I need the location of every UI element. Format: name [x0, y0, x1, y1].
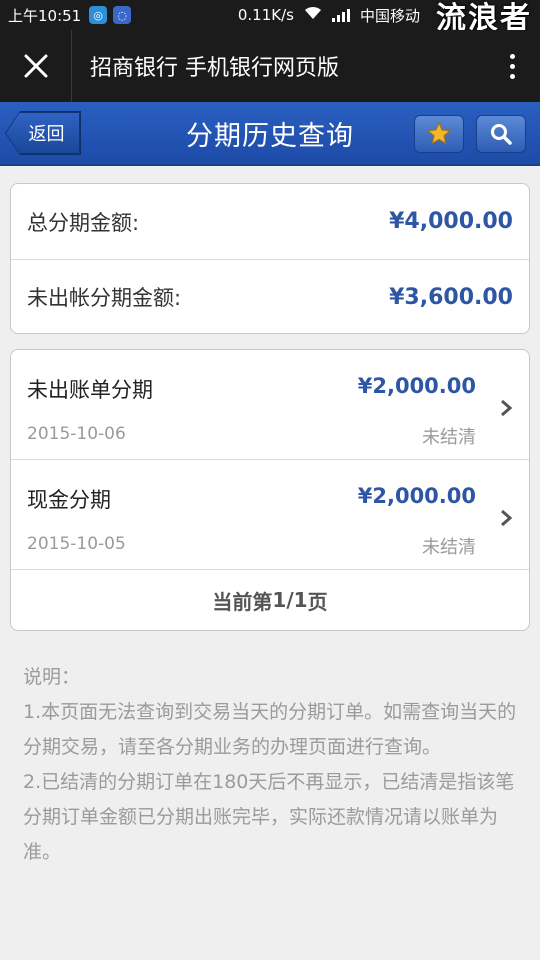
unbilled-installment-row: 未出帐分期金额: ¥3,600.00	[11, 259, 529, 333]
summary-card: 总分期金额: ¥4,000.00 未出帐分期金额: ¥3,600.00	[10, 183, 530, 334]
installment-status: 未结清	[422, 427, 476, 448]
pagination: 当前第 1/1 页	[11, 570, 529, 630]
page-header: 返回 分期历史查询	[0, 102, 540, 166]
pagination-suffix: 页	[307, 589, 328, 614]
app-bar: 招商银行 手机银行网页版	[0, 30, 540, 102]
installment-title: 现金分期	[27, 488, 111, 512]
more-options-button[interactable]	[484, 30, 540, 102]
total-installment-row: 总分期金额: ¥4,000.00	[11, 184, 529, 259]
status-time: 上午10:51	[8, 6, 82, 25]
installment-status: 未结清	[422, 537, 476, 558]
network-speed: 0.11K/s	[237, 6, 294, 24]
list-item[interactable]: 未出账单分期 ¥2,000.00 2015-10-06 未结清	[11, 350, 529, 460]
close-button[interactable]	[0, 30, 72, 102]
chevron-right-icon	[501, 399, 513, 417]
installment-list: 未出账单分期 ¥2,000.00 2015-10-06 未结清 现金分期 ¥2,…	[10, 349, 530, 631]
wifi-icon	[304, 6, 322, 24]
pagination-page: 1/1	[272, 588, 308, 612]
installment-title: 未出账单分期	[27, 378, 153, 402]
pagination-prefix: 当前第	[212, 589, 273, 614]
unbilled-installment-label: 未出帐分期金额:	[27, 286, 182, 310]
close-icon	[24, 54, 47, 78]
sync-app-icon: ◌	[113, 6, 132, 24]
installment-amount: ¥2,000.00	[357, 374, 476, 398]
browser-app-icon: ◎	[89, 6, 108, 24]
installment-date: 2015-10-05	[27, 534, 126, 554]
signal-icon	[331, 8, 350, 22]
unbilled-installment-value: ¥3,600.00	[389, 284, 513, 310]
installment-amount: ¥2,000.00	[357, 484, 476, 508]
favorite-button[interactable]	[414, 115, 464, 153]
note-item: 1.本页面无法查询到交易当天的分期订单。如需查询当天的分期交易，请至各分期业务的…	[23, 701, 517, 758]
search-icon	[491, 124, 512, 145]
star-icon	[426, 121, 452, 145]
list-item[interactable]: 现金分期 ¥2,000.00 2015-10-05 未结清	[11, 460, 529, 570]
carrier-name: 中国移动	[359, 6, 420, 25]
app-bar-title: 招商银行 手机银行网页版	[90, 56, 339, 81]
note-item: 2.已结清的分期订单在180天后不再显示，已结清是指该笔分期订单金额已分期出账完…	[23, 771, 515, 863]
chevron-right-icon	[501, 509, 513, 527]
installment-date: 2015-10-06	[27, 424, 126, 444]
total-installment-value: ¥4,000.00	[389, 209, 513, 234]
status-bar: 上午10:51 ◎ ◌ 0.11K/s 中国移动 流浪者	[0, 0, 540, 36]
search-button[interactable]	[476, 115, 526, 153]
more-vert-icon	[509, 53, 515, 59]
total-installment-label: 总分期金额:	[27, 210, 140, 235]
notes-heading: 说明：	[23, 666, 81, 688]
notes-section: 说明： 1.本页面无法查询到交易当天的分期订单。如需查询当天的分期交易，请至各分…	[23, 660, 523, 870]
